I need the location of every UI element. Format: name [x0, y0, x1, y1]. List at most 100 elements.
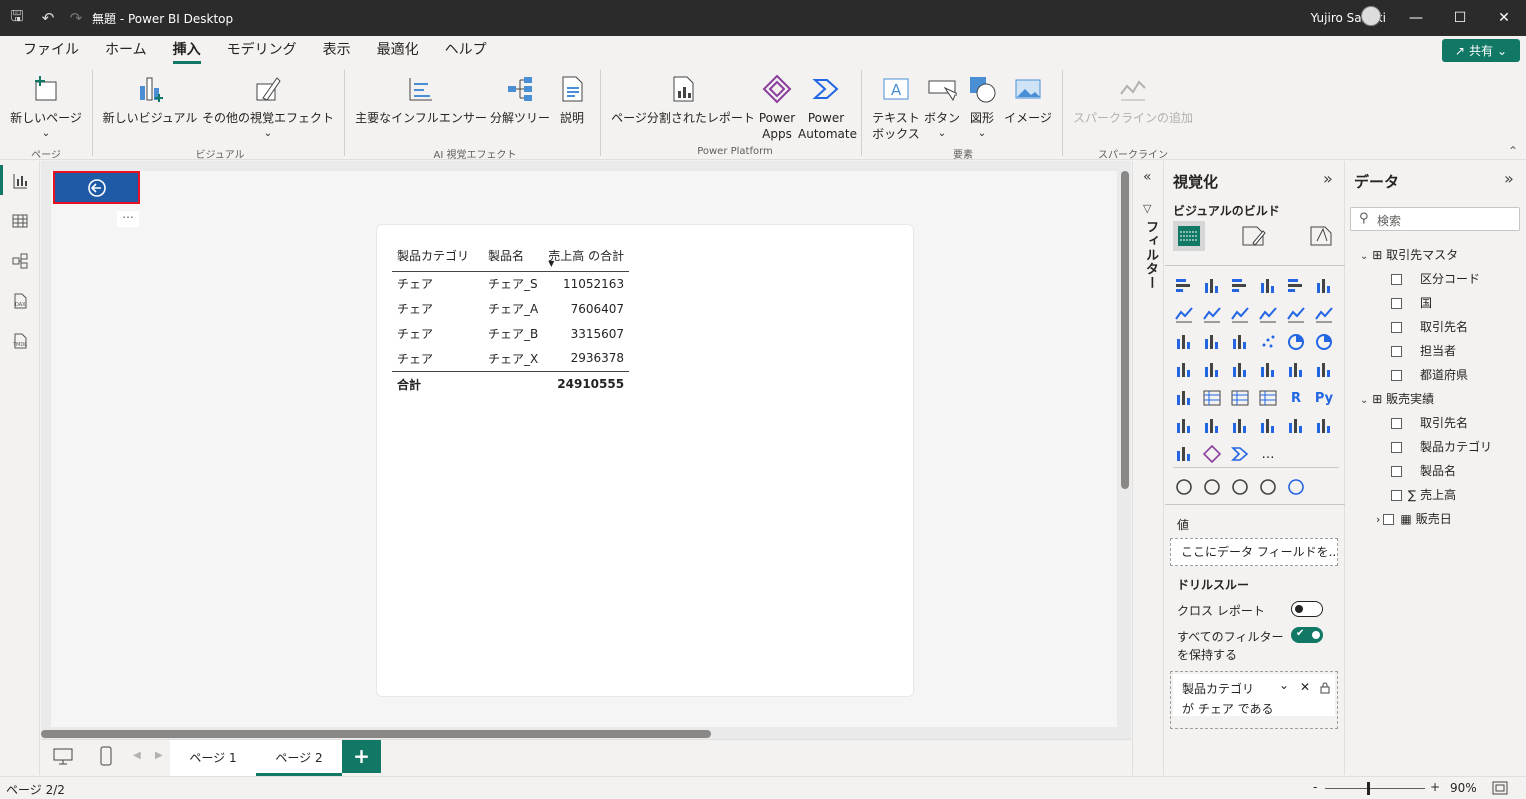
checkbox[interactable] [1391, 370, 1402, 381]
menu-file[interactable]: ファイル [10, 36, 92, 66]
checkbox[interactable] [1391, 322, 1402, 333]
fit-to-page-icon[interactable] [1492, 781, 1508, 795]
search-box[interactable]: ⚲ 検索 [1350, 207, 1520, 231]
field-item[interactable]: ∑ 売上高 [1391, 486, 1456, 503]
menu-home[interactable]: ホーム [92, 36, 160, 66]
line-column-icon[interactable] [1285, 303, 1307, 325]
zoom-in-button[interactable]: + [1430, 780, 1440, 794]
button-button[interactable]: ボタン ⌄ [924, 72, 960, 142]
checkbox[interactable] [1391, 418, 1402, 429]
field-item[interactable]: 取引先名 [1391, 414, 1468, 431]
column-header-product[interactable]: 製品名 [483, 241, 544, 272]
expand-filters-icon[interactable]: « [1143, 169, 1152, 185]
drillthrough-filter-card[interactable]: 製品カテゴリ が チェア である ⌄ ✕ [1173, 674, 1335, 716]
table-icon[interactable] [1229, 387, 1251, 409]
shapes-button[interactable]: 図形 ⌄ [964, 72, 1000, 142]
table-view-icon[interactable] [8, 209, 32, 233]
r-visual-icon[interactable]: R [1285, 387, 1307, 409]
new-visual-button[interactable]: 新しいビジュアル [100, 72, 200, 126]
treemap-icon[interactable] [1173, 359, 1195, 381]
100-bar-icon[interactable] [1285, 275, 1307, 297]
table-node-sales[interactable]: ⌄ ⊞ 販売実績 [1360, 390, 1434, 407]
more-visuals-button[interactable]: その他の視覚エフェクト ⌄ [200, 72, 336, 142]
share-button[interactable]: ↗ 共有 ⌄ [1442, 39, 1520, 62]
decomposition-icon[interactable] [1201, 415, 1223, 437]
build-visual-tab[interactable] [1173, 221, 1205, 251]
paginated-icon[interactable] [1285, 415, 1307, 437]
field-item[interactable]: 取引先名 [1391, 318, 1468, 335]
trophy-icon[interactable] [1229, 476, 1251, 498]
format-visual-icon[interactable] [1241, 225, 1267, 250]
field-item[interactable]: 区分コード [1391, 270, 1480, 287]
filters-label[interactable]: フィルター [1141, 220, 1160, 290]
zoom-slider[interactable] [1325, 788, 1425, 789]
image-button[interactable]: イメージ [1004, 72, 1052, 126]
more-options-icon[interactable]: ⋯ [117, 211, 139, 227]
scatter-icon[interactable] [1257, 331, 1279, 353]
slicer-icon[interactable] [1201, 387, 1223, 409]
checkbox[interactable] [1391, 274, 1402, 285]
smart-narrative-icon[interactable] [1313, 415, 1335, 437]
page-tab-2[interactable]: ページ 2 [256, 740, 342, 776]
ribbon-icon[interactable] [1173, 331, 1195, 353]
textbox-button[interactable]: A テキスト ボックス [868, 72, 924, 142]
stacked-area-icon[interactable] [1229, 303, 1251, 325]
waterfall-icon[interactable] [1201, 331, 1223, 353]
scroll-right-icon[interactable]: ▶ [155, 750, 163, 761]
collapse-viz-icon[interactable]: » [1323, 169, 1333, 188]
kpi-icon[interactable] [1173, 387, 1195, 409]
field-item[interactable]: 都道府県 [1391, 366, 1468, 383]
checkbox[interactable] [1391, 346, 1402, 357]
undo-icon[interactable]: ↶ [34, 0, 62, 36]
paginated-report-button[interactable]: ページ分割されたレポート [608, 72, 758, 126]
stacked-column-icon[interactable] [1201, 275, 1223, 297]
clustered-bar-icon[interactable] [1229, 275, 1251, 297]
table-row[interactable]: チェア チェア_X 2936378 [392, 346, 629, 371]
field-item[interactable]: 担当者 [1391, 342, 1456, 359]
search-visual-icon[interactable] [1285, 476, 1307, 498]
menu-insert[interactable]: 挿入 [160, 36, 214, 66]
multi-card-icon[interactable] [1313, 359, 1335, 381]
table-row[interactable]: チェア チェア_A 7606407 [392, 296, 629, 321]
mobile-layout-icon[interactable] [99, 746, 113, 768]
funnel-icon[interactable] [1229, 331, 1251, 353]
gauge-icon[interactable] [1257, 359, 1279, 381]
map-icon[interactable] [1201, 359, 1223, 381]
line-clustered-icon[interactable] [1313, 303, 1335, 325]
back-button[interactable] [53, 171, 140, 204]
checkbox[interactable] [1383, 514, 1395, 525]
field-item[interactable]: 国 [1391, 294, 1432, 311]
azure-map-icon[interactable] [1229, 359, 1251, 381]
more-visuals-icon[interactable]: … [1257, 443, 1279, 465]
vertical-scrollbar[interactable] [1121, 171, 1129, 489]
power-automate-button[interactable]: Power Automate [798, 72, 857, 142]
table-node-customers[interactable]: ⌄ ⊞ 取引先マスタ [1360, 246, 1458, 263]
narrative-button[interactable]: 説明 [554, 72, 590, 126]
new-page-button[interactable]: 新しいページ ⌄ [8, 72, 84, 142]
tmdl-view-icon[interactable]: TMDL [8, 329, 32, 353]
arcgis-icon[interactable] [1173, 443, 1195, 465]
menu-optimize[interactable]: 最適化 [364, 36, 432, 66]
field-item[interactable]: 製品名 [1391, 462, 1456, 479]
100-area-icon[interactable] [1257, 303, 1279, 325]
desktop-layout-icon[interactable] [53, 748, 73, 766]
column-header-category[interactable]: 製品カテゴリ [392, 241, 484, 272]
checkbox[interactable] [1391, 490, 1402, 501]
checkbox[interactable] [1391, 298, 1402, 309]
menu-help[interactable]: ヘルプ [432, 36, 500, 66]
avatar[interactable] [1361, 6, 1381, 26]
decomposition-tree-button[interactable]: 分解ツリー [488, 72, 552, 126]
cross-report-toggle[interactable] [1291, 601, 1323, 617]
matrix-icon[interactable] [1257, 387, 1279, 409]
remove-filter-icon[interactable]: ✕ [1300, 680, 1310, 694]
qa-icon[interactable] [1229, 415, 1251, 437]
power-apps-icon[interactable] [1201, 443, 1223, 465]
keep-filters-toggle[interactable]: ✔ [1291, 627, 1323, 643]
table-visual[interactable]: 製品カテゴリ 製品名 売上高 の合計 ▼ チェア チェア_S 11052163 チェア… [376, 224, 914, 697]
clustered-column-icon[interactable] [1257, 275, 1279, 297]
pie-icon[interactable] [1285, 331, 1307, 353]
maximize-icon[interactable]: ☐ [1438, 0, 1482, 36]
key-influencers-icon[interactable] [1173, 415, 1195, 437]
python-visual-icon[interactable]: Py [1313, 387, 1335, 409]
checkbox[interactable] [1391, 442, 1402, 453]
